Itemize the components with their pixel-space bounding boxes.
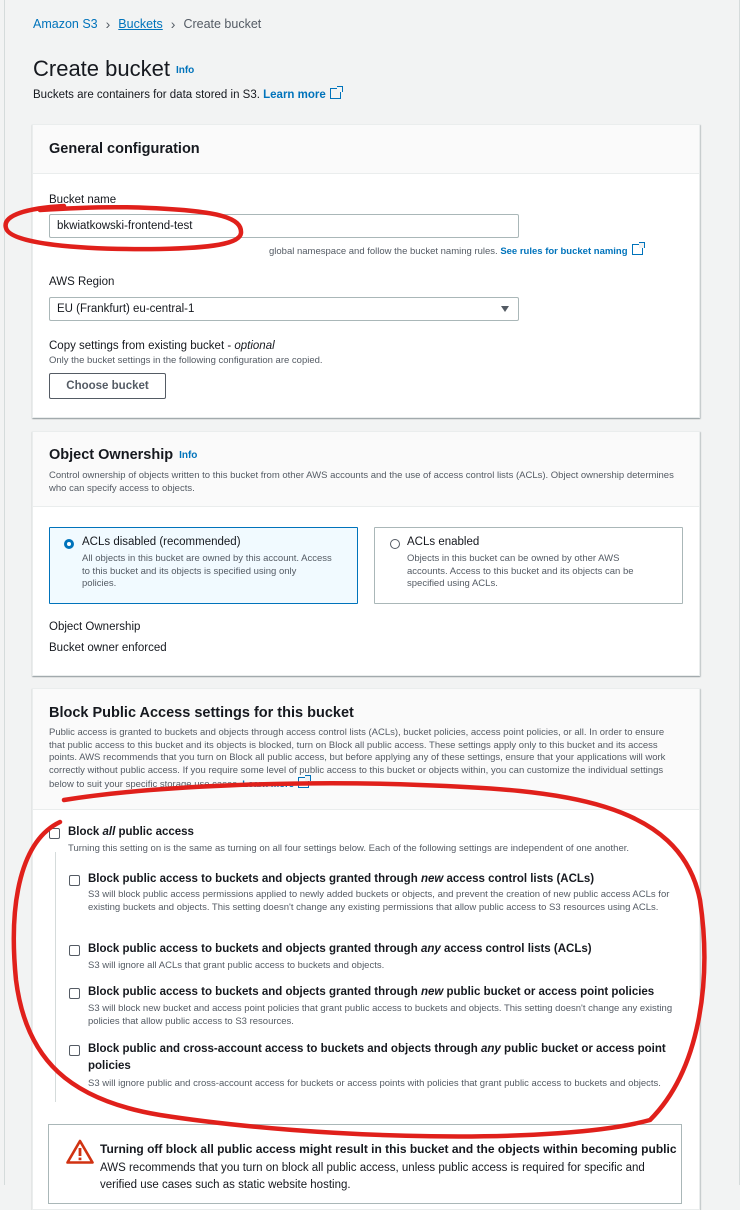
learn-more-link[interactable]: Learn more	[263, 86, 343, 101]
label-pre: Block public access to buckets and objec…	[88, 873, 421, 885]
block-any-policies-checkbox[interactable]	[69, 1045, 80, 1056]
label-pre: Block public and cross-account access to…	[88, 1043, 482, 1055]
label-post: access control lists (ACLs)	[440, 943, 592, 955]
choose-bucket-button[interactable]: Choose bucket	[49, 373, 166, 399]
panel-title: General configuration	[49, 141, 200, 157]
acls-enabled-label: ACLs enabled	[407, 536, 480, 548]
learn-more-link[interactable]: Learn more	[242, 775, 312, 790]
acls-enabled-radio[interactable]	[390, 539, 400, 549]
external-link-icon	[329, 86, 343, 99]
object-ownership-label: Object Ownership	[49, 621, 141, 633]
block-new-policies-checkbox[interactable]	[69, 988, 80, 999]
region-value: EU (Frankfurt) eu-central-1	[57, 303, 195, 315]
acls-disabled-option[interactable]: ACLs disabled (recommended) All objects …	[49, 527, 358, 604]
copy-settings-label: Copy settings from existing bucket - opt…	[49, 340, 275, 352]
acls-disabled-desc: All objects in this bucket are owned by …	[82, 553, 332, 589]
warning-icon	[66, 1139, 94, 1164]
panel-header: Object Ownership Info Control ownership o…	[33, 432, 699, 507]
block-all-pre: Block	[68, 826, 103, 838]
acls-disabled-label: ACLs disabled (recommended)	[82, 536, 241, 548]
acls-enabled-desc: Objects in this bucket can be owned by o…	[407, 553, 634, 589]
ownership-desc: Control ownership of objects written to …	[49, 470, 674, 494]
page-subtitle: Buckets are containers for data stored i…	[33, 86, 343, 101]
block-new-acls-desc: S3 will block public access permissions …	[88, 889, 670, 913]
block-all-label: Block all public access	[68, 824, 194, 841]
block-any-acls-label: Block public access to buckets and objec…	[88, 941, 592, 958]
block-all-post: public access	[115, 826, 194, 838]
info-link[interactable]: Info	[179, 450, 197, 461]
external-link-icon	[298, 775, 312, 788]
panel-title: Block Public Access settings for this bu…	[49, 705, 354, 721]
object-ownership-value: Bucket owner enforced	[49, 642, 167, 654]
breadcrumb-current: Create bucket	[183, 17, 262, 31]
region-select[interactable]: EU (Frankfurt) eu-central-1	[49, 297, 519, 321]
learn-more-text: Learn more	[263, 89, 326, 101]
bucket-name-hint: global namespace and follow the bucket n…	[269, 242, 645, 259]
panel-title: Object Ownership Info	[49, 447, 197, 463]
warning-title: Turning off block all public access migh…	[100, 1142, 677, 1156]
learn-more-text: Learn more	[242, 779, 295, 790]
page-title: Create bucket Info	[33, 56, 194, 82]
block-new-acls-label: Block public access to buckets and objec…	[88, 871, 594, 888]
region-label: AWS Region	[49, 276, 115, 288]
object-ownership-panel: Object Ownership Info Control ownership o…	[32, 431, 700, 676]
acls-enabled-option[interactable]: ACLs enabled Objects in this bucket can …	[374, 527, 683, 604]
acls-disabled-radio[interactable]	[64, 539, 74, 549]
copy-settings-text: Copy settings from existing bucket -	[49, 340, 235, 352]
naming-rules-text: See rules for bucket naming	[500, 246, 628, 257]
block-new-policies-desc: S3 will block new bucket and access poin…	[88, 1003, 673, 1027]
block-desc: Public access is granted to buckets and …	[49, 727, 681, 792]
chevron-right-icon: ›	[105, 16, 111, 32]
breadcrumb: Amazon S3 › Buckets › Create bucket	[33, 16, 261, 32]
label-pre: Block public access to buckets and objec…	[88, 943, 421, 955]
block-all-checkbox[interactable]	[49, 828, 60, 839]
label-post: public bucket or access point policies	[443, 986, 655, 998]
bucket-name-label: Bucket name	[49, 194, 117, 206]
label-em: new	[420, 873, 444, 885]
label-pre: Block public access to buckets and objec…	[88, 986, 421, 998]
optional-text: optional	[234, 340, 275, 352]
block-any-acls-desc: S3 will ignore all ACLs that grant publi…	[88, 960, 385, 971]
label-em: new	[420, 986, 444, 998]
copy-settings-desc: Only the bucket settings in the followin…	[49, 355, 323, 366]
public-access-warning: Turning off block all public access migh…	[48, 1124, 682, 1204]
block-new-policies-label: Block public access to buckets and objec…	[88, 984, 654, 1001]
external-link-icon	[631, 242, 645, 255]
general-configuration-panel: General configuration Bucket name bkwiat…	[32, 124, 700, 418]
block-any-policies-desc: S3 will ignore public and cross-account …	[88, 1078, 661, 1089]
chevron-right-icon: ›	[170, 16, 176, 32]
block-any-policies-label: Block public and cross-account access to…	[88, 1041, 668, 1075]
bucket-name-hint-text: global namespace and follow the bucket n…	[269, 246, 498, 257]
naming-rules-link[interactable]: See rules for bucket naming	[500, 242, 645, 257]
block-new-acls-checkbox[interactable]	[69, 875, 80, 886]
panel-title-text: Object Ownership	[49, 447, 174, 463]
indent-line	[55, 852, 56, 1102]
label-post: access control lists (ACLs)	[443, 873, 595, 885]
block-any-acls-checkbox[interactable]	[69, 945, 80, 956]
breadcrumb-buckets[interactable]: Buckets	[118, 17, 162, 31]
label-em: any	[420, 943, 441, 955]
warning-text: AWS recommends that you turn on block al…	[100, 1162, 645, 1191]
breadcrumb-amazon-s3[interactable]: Amazon S3	[33, 17, 98, 31]
panel-header: Block Public Access settings for this bu…	[33, 689, 699, 810]
label-em: any	[481, 1043, 501, 1055]
page-title-text: Create bucket	[33, 56, 170, 81]
block-desc-text: Public access is granted to buckets and …	[49, 727, 666, 790]
subtitle-text: Buckets are containers for data stored i…	[33, 89, 260, 101]
block-all-em: all	[102, 826, 116, 838]
block-all-desc: Turning this setting on is the same as t…	[68, 843, 630, 854]
info-link[interactable]: Info	[176, 65, 194, 76]
panel-header: General configuration	[33, 125, 699, 174]
bucket-name-input[interactable]: bkwiatkowski-frontend-test	[49, 214, 519, 238]
